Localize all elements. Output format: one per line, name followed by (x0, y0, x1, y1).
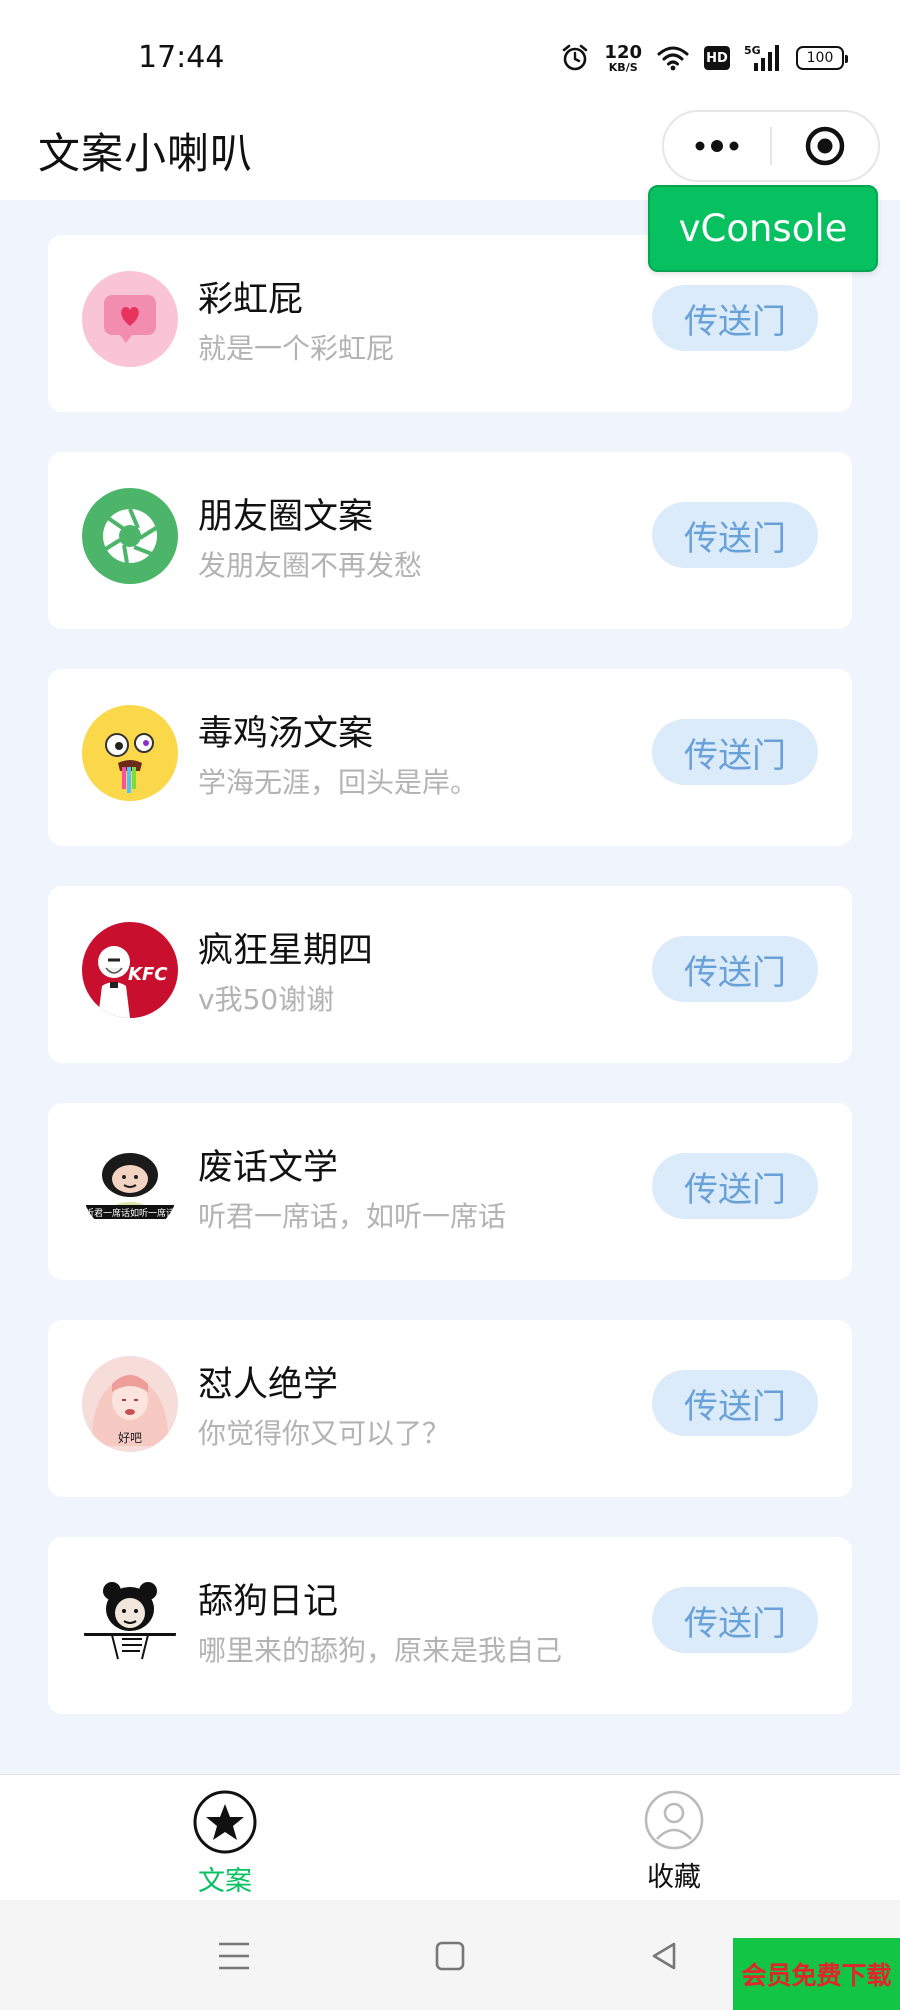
panda-meme-icon (82, 1573, 178, 1669)
meme-panda-icon: 听君一席话如听一席话 (82, 1139, 178, 1235)
meme-caption: 好吧 (118, 1431, 142, 1445)
more-dots-icon (695, 140, 739, 152)
list-item[interactable]: KFC 疯狂星期四 v我50谢谢 传送门 (48, 886, 852, 1063)
list-item[interactable]: 朋友圈文案 发朋友圈不再发愁 传送门 (48, 452, 852, 629)
target-circle-icon (805, 126, 845, 166)
star-circle-icon (193, 1790, 257, 1854)
net-speed: 120 KB/S (604, 41, 642, 74)
tab-favorites[interactable]: 收藏 (594, 1789, 754, 1899)
watermark: 会员免费下载 (733, 1938, 900, 2010)
portal-button[interactable]: 传送门 (652, 1370, 818, 1436)
menu-lines-icon (219, 1942, 249, 1970)
list-item[interactable]: 听君一席话如听一席话 废话文学 听君一席话，如听一席话 传送门 (48, 1103, 852, 1280)
net-speed-value: 120 (604, 41, 642, 63)
tab-label: 收藏 (647, 1862, 701, 1893)
meme-caption: 听君一席话如听一席话 (85, 1207, 175, 1219)
card-title: 怼人绝学 (198, 1365, 339, 1405)
portal-button[interactable]: 传送门 (652, 285, 818, 351)
user-circle-icon (644, 1790, 704, 1850)
battery-icon: 100 (796, 46, 848, 70)
list-item[interactable]: 好吧 怼人绝学 你觉得你又可以了？ 传送门 (48, 1320, 852, 1497)
wifi-icon (656, 44, 690, 72)
home-nav-button[interactable] (430, 1936, 470, 1976)
card-subtitle: v我50谢谢 (198, 983, 335, 1016)
card-subtitle: 听君一席话，如听一席话 (198, 1200, 507, 1233)
signal-icon: 5G (744, 43, 782, 73)
list-item[interactable]: 舔狗日记 哪里来的舔狗，原来是我自己 传送门 (48, 1537, 852, 1714)
page-title: 文案小喇叭 (38, 129, 254, 178)
card-subtitle: 你觉得你又可以了？ (198, 1417, 451, 1450)
portal-button[interactable]: 传送门 (652, 502, 818, 568)
card-title: 舔狗日记 (198, 1582, 339, 1622)
portal-button[interactable]: 传送门 (652, 1587, 818, 1653)
portal-button[interactable]: 传送门 (652, 1153, 818, 1219)
tab-label: 文案 (198, 1866, 252, 1897)
battery-level: 100 (806, 50, 834, 66)
card-title: 废话文学 (198, 1148, 339, 1188)
alarm-icon (560, 43, 590, 73)
back-nav-button[interactable] (644, 1936, 684, 1976)
net-speed-unit: KB/S (608, 60, 638, 74)
menu-nav-button[interactable] (214, 1936, 254, 1976)
card-subtitle: 就是一个彩虹屁 (198, 332, 395, 365)
portal-button[interactable]: 传送门 (652, 719, 818, 785)
back-triangle-icon (652, 1942, 676, 1970)
hd-badge: HD (704, 46, 730, 70)
card-subtitle: 发朋友圈不再发愁 (198, 549, 423, 582)
list-item[interactable]: 毒鸡汤文案 学海无涯，回头是岸。 传送门 (48, 669, 852, 846)
card-subtitle: 哪里来的舔狗，原来是我自己 (198, 1634, 563, 1667)
tab-copywriting[interactable]: 文案 (145, 1789, 305, 1899)
tab-bar: 文案 收藏 (0, 1774, 900, 1900)
card-title: 毒鸡汤文案 (198, 714, 374, 754)
more-button[interactable] (664, 112, 770, 180)
vconsole-button[interactable]: vConsole (648, 185, 878, 272)
card-subtitle: 学海无涯，回头是岸。 (198, 766, 479, 799)
close-button[interactable] (772, 112, 878, 180)
portal-button[interactable]: 传送门 (652, 936, 818, 1002)
meme-girl-icon: 好吧 (82, 1356, 178, 1452)
menu-capsule (662, 110, 880, 182)
card-title: 朋友圈文案 (198, 497, 374, 537)
square-home-icon (435, 1941, 465, 1971)
heart-message-icon (82, 271, 178, 367)
crazy-face-icon (82, 705, 178, 801)
camera-shutter-icon (82, 488, 178, 584)
kfc-logo-text: KFC (128, 964, 168, 985)
status-time: 17:44 (138, 40, 225, 75)
card-title: 疯狂星期四 (198, 931, 374, 971)
status-icons: 120 KB/S HD 5G 100 (560, 40, 848, 76)
status-bar: 17:44 120 KB/S HD 5G 100 (0, 0, 900, 110)
signal-type: 5G (744, 44, 761, 57)
kfc-logo: KFC (82, 922, 178, 1018)
card-title: 彩虹屁 (198, 280, 304, 320)
